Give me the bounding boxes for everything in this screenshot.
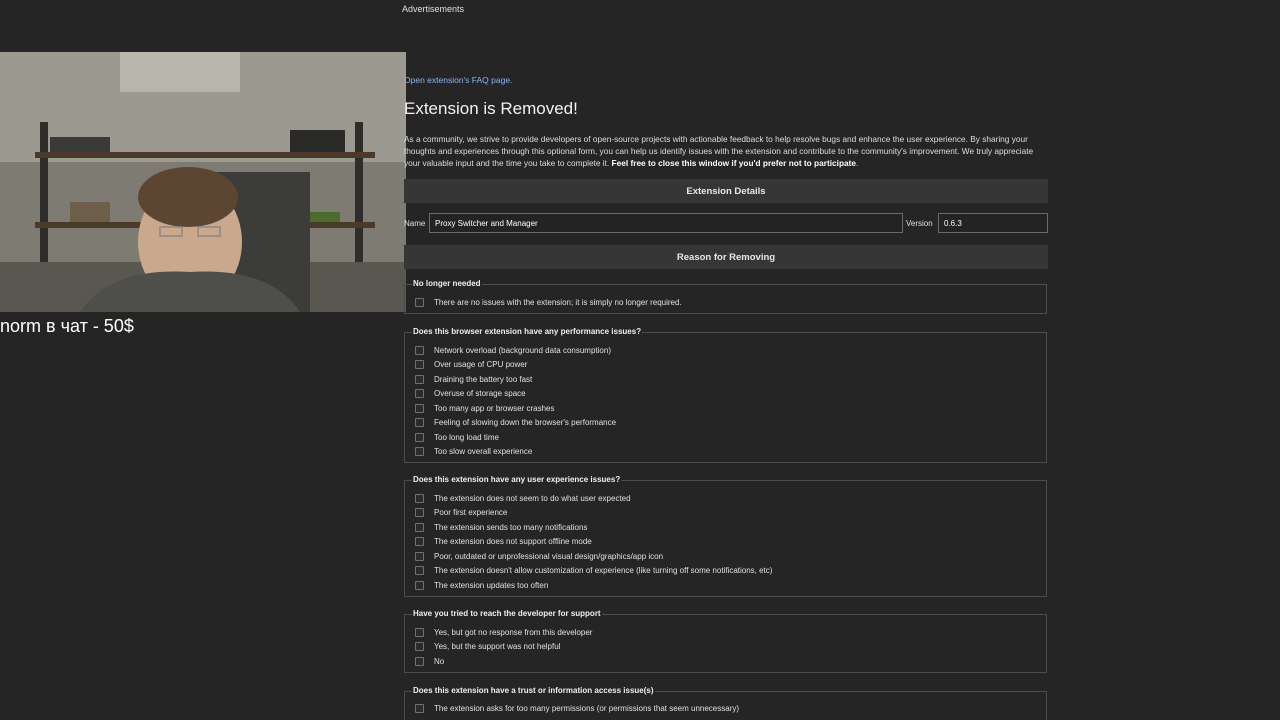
checkbox[interactable] bbox=[415, 493, 424, 503]
option-support-no[interactable]: No bbox=[415, 655, 444, 667]
option-label: Over usage of CPU power bbox=[434, 360, 528, 369]
name-label: Name bbox=[404, 219, 426, 228]
option-poor-first-experience[interactable]: Poor first experience bbox=[415, 507, 507, 519]
option-label: Poor, outdated or unprofessional visual … bbox=[434, 551, 664, 561]
option-no-customization[interactable]: The extension doesn't allow customizatio… bbox=[415, 565, 772, 577]
group-developer-support: Have you tried to reach the developer fo… bbox=[404, 609, 1047, 673]
option-network-overload[interactable]: Network overload (background data consum… bbox=[415, 344, 611, 356]
option-poor-visual-design[interactable]: Poor, outdated or unprofessional visual … bbox=[415, 550, 663, 562]
intro-bold: Feel free to close this window if you'd … bbox=[611, 158, 857, 168]
checkbox[interactable] bbox=[415, 656, 424, 666]
option-label: Too slow overall experience bbox=[434, 447, 533, 456]
option-no-offline-mode[interactable]: The extension does not support offline m… bbox=[415, 536, 592, 548]
checkbox[interactable] bbox=[415, 522, 424, 532]
intro-text: As a community, we strive to provide dev… bbox=[404, 133, 1048, 169]
checkbox[interactable] bbox=[415, 360, 424, 369]
option-storage-overuse[interactable]: Overuse of storage space bbox=[415, 388, 526, 400]
option-label: The extension does not support offline m… bbox=[434, 537, 592, 546]
option-no-response[interactable]: Yes, but got no response from this devel… bbox=[415, 626, 592, 638]
stream-overlay-text: norm в чат - 50$ bbox=[0, 316, 134, 336]
option-not-as-expected[interactable]: The extension does not seem to do what u… bbox=[415, 492, 631, 504]
option-slow-experience[interactable]: Too slow overall experience bbox=[415, 446, 532, 458]
checkbox[interactable] bbox=[415, 418, 424, 427]
option-label: Overuse of storage space bbox=[434, 389, 526, 398]
webcam-video-image bbox=[0, 52, 406, 312]
checkbox[interactable] bbox=[415, 627, 424, 637]
option-slowing-browser[interactable]: Feeling of slowing down the browser's pe… bbox=[415, 417, 616, 429]
option-label: The extension updates too often bbox=[434, 580, 549, 590]
option-label: No bbox=[434, 656, 445, 666]
option-label: The extension asks for too many permissi… bbox=[434, 703, 740, 713]
option-long-load-time[interactable]: Too long load time bbox=[415, 431, 499, 443]
option-battery-drain[interactable]: Draining the battery too fast bbox=[415, 373, 532, 385]
checkbox[interactable] bbox=[415, 703, 424, 713]
group-legend: Does this extension have any user experi… bbox=[412, 475, 622, 484]
name-field[interactable] bbox=[429, 213, 903, 233]
option-label: Yes, but got no response from this devel… bbox=[434, 627, 593, 637]
option-label: The extension does not seem to do what u… bbox=[434, 493, 631, 503]
group-legend: No longer needed bbox=[412, 279, 482, 288]
group-ux-issues: Does this extension have any user experi… bbox=[404, 475, 1047, 597]
group-trust-issues: Does this extension have a trust or info… bbox=[404, 686, 1047, 720]
option-too-many-permissions[interactable]: The extension asks for too many permissi… bbox=[415, 702, 739, 714]
group-legend: Have you tried to reach the developer fo… bbox=[412, 609, 602, 618]
option-label: Yes, but the support was not helpful bbox=[434, 642, 561, 651]
version-field[interactable] bbox=[938, 213, 1048, 233]
checkbox[interactable] bbox=[415, 537, 424, 546]
page-title: Extension is Removed! bbox=[404, 99, 578, 118]
checkbox[interactable] bbox=[415, 566, 424, 575]
option-no-longer-required[interactable]: There are no issues with the extension; … bbox=[415, 296, 682, 308]
option-too-many-notifications[interactable]: The extension sends too many notificatio… bbox=[415, 521, 587, 533]
advertisements-label: Advertisements bbox=[402, 4, 465, 14]
extension-details-row: Name Version bbox=[404, 213, 1048, 235]
checkbox[interactable] bbox=[415, 508, 424, 517]
checkbox[interactable] bbox=[415, 374, 424, 384]
faq-link[interactable]: Open extension's FAQ page. bbox=[404, 75, 512, 85]
version-label: Version bbox=[906, 219, 933, 228]
checkbox[interactable] bbox=[415, 389, 424, 398]
checkbox[interactable] bbox=[415, 345, 424, 355]
group-legend: Does this browser extension have any per… bbox=[412, 327, 643, 336]
checkbox[interactable] bbox=[415, 447, 424, 456]
webcam-overlay bbox=[0, 52, 406, 312]
option-label: The extension sends too many notificatio… bbox=[434, 522, 588, 532]
checkbox[interactable] bbox=[415, 297, 424, 307]
option-label: There are no issues with the extension; … bbox=[434, 297, 682, 307]
option-label: Network overload (background data consum… bbox=[434, 345, 611, 355]
group-no-longer-needed: No longer needed There are no issues wit… bbox=[404, 279, 1047, 314]
option-support-not-helpful[interactable]: Yes, but the support was not helpful bbox=[415, 641, 560, 653]
option-crashes[interactable]: Too many app or browser crashes bbox=[415, 402, 555, 414]
group-performance-issues: Does this browser extension have any per… bbox=[404, 327, 1047, 463]
page: Advertisements norm в чат - 50$ Open ext… bbox=[0, 0, 1280, 720]
option-label: Poor first experience bbox=[434, 508, 508, 517]
reason-for-removing-header: Reason for Removing bbox=[404, 245, 1048, 269]
option-label: Feeling of slowing down the browser's pe… bbox=[434, 418, 617, 427]
option-label: Too many app or browser crashes bbox=[434, 403, 555, 413]
option-updates-too-often[interactable]: The extension updates too often bbox=[415, 579, 548, 591]
checkbox[interactable] bbox=[415, 403, 424, 413]
option-label: Too long load time bbox=[434, 432, 499, 442]
checkbox[interactable] bbox=[415, 580, 424, 590]
option-cpu-usage[interactable]: Over usage of CPU power bbox=[415, 359, 527, 371]
option-label: Draining the battery too fast bbox=[434, 374, 533, 384]
checkbox[interactable] bbox=[415, 642, 424, 651]
extension-details-header: Extension Details bbox=[404, 179, 1048, 203]
group-legend: Does this extension have a trust or info… bbox=[412, 686, 655, 695]
checkbox[interactable] bbox=[415, 551, 424, 561]
checkbox[interactable] bbox=[415, 432, 424, 442]
intro-end: . bbox=[856, 158, 859, 168]
option-label: The extension doesn't allow customizatio… bbox=[434, 566, 773, 575]
